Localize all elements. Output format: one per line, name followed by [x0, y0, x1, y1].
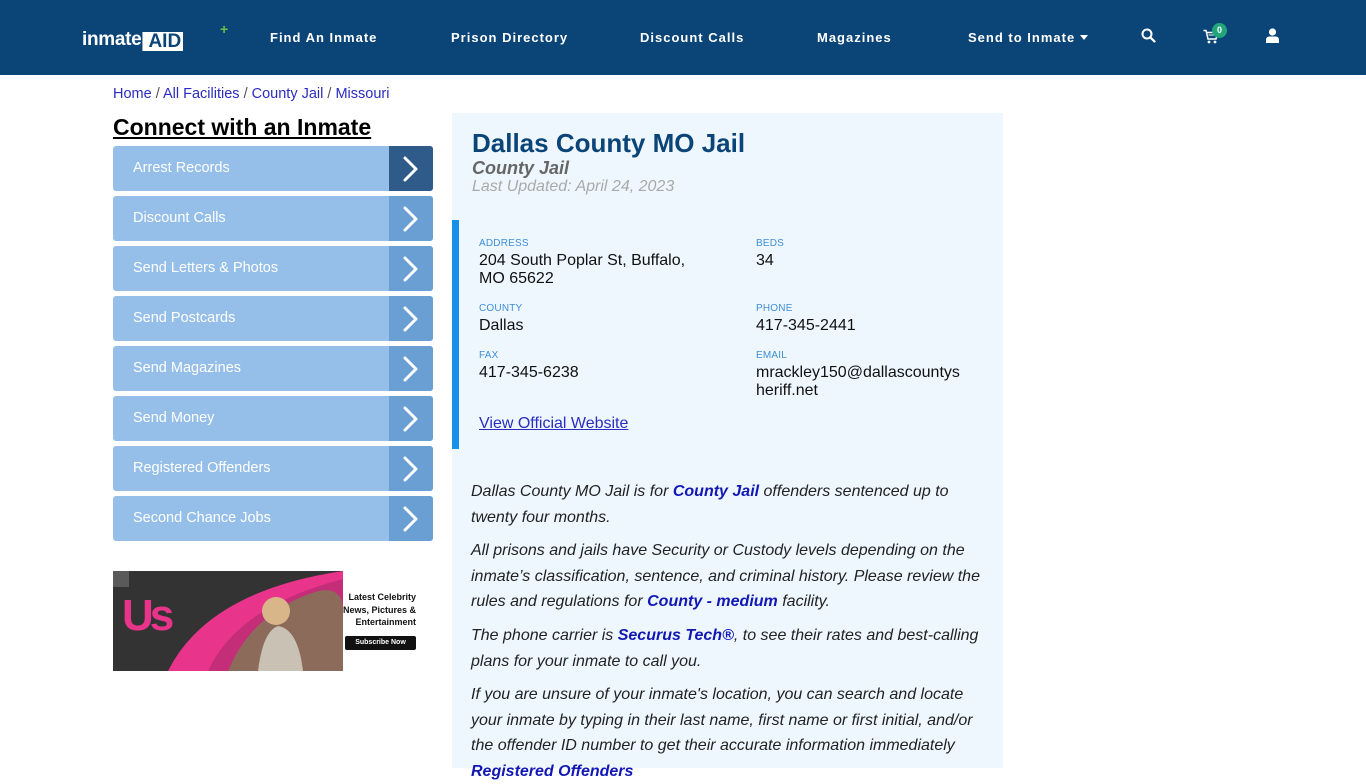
- county-label: COUNTY: [479, 303, 523, 314]
- description-paragraph-4: If you are unsure of your inmate's locat…: [471, 682, 991, 784]
- top-navbar: inmate AID + Find An Inmate Prison Direct…: [0, 0, 1366, 75]
- sidebar-item-send-money[interactable]: Send Money: [113, 396, 433, 441]
- facility-type: County Jail: [472, 158, 570, 178]
- cart-count-badge: 0: [1212, 23, 1227, 38]
- ad-subscribe-button[interactable]: Subscribe Now: [345, 636, 416, 650]
- facility-card: Dallas County MO Jail County Jail Last U…: [452, 113, 1003, 780]
- county-jail-link[interactable]: County Jail: [673, 483, 759, 500]
- registered-offenders-link[interactable]: Registered Offenders: [471, 763, 633, 780]
- nav-send-to-inmate-label: Send to Inmate: [968, 30, 1076, 45]
- inmateaid-logo[interactable]: inmate AID +: [82, 22, 228, 51]
- email-label: EMAIL: [756, 350, 788, 361]
- us-weekly-ad-banner[interactable]: Us Latest Celebrity News, Pictures & Ent…: [113, 571, 417, 671]
- email-line: heriff.net: [756, 382, 818, 399]
- ad-tagline-line: Entertainment: [355, 617, 416, 627]
- ad-tagline-line: News, Pictures &: [342, 604, 416, 615]
- description-text: facility.: [777, 593, 830, 610]
- breadcrumb-all-facilities[interactable]: All Facilities: [163, 86, 240, 102]
- nav-find-an-inmate[interactable]: Find An Inmate: [270, 30, 377, 46]
- description-text: Dallas County MO Jail is for: [471, 483, 673, 500]
- fax-label: FAX: [479, 350, 499, 361]
- address-value: 204 South Poplar St, Buffalo, MO 65622: [479, 252, 685, 288]
- chevron-right-icon: [389, 146, 433, 191]
- address-line: 204 South Poplar St, Buffalo,: [479, 252, 686, 269]
- ad-corner-square: [113, 571, 129, 587]
- sidebar-item-discount-calls[interactable]: Discount Calls: [113, 196, 433, 241]
- logo-text-aid: AID: [142, 32, 184, 51]
- sidebar-item-registered-offenders[interactable]: Registered Offenders: [113, 446, 433, 491]
- last-updated: Last Updated: April 24, 2023: [472, 178, 675, 195]
- nav-magazines[interactable]: Magazines: [817, 30, 892, 46]
- beds-field: BEDS 34: [756, 238, 784, 270]
- breadcrumb-separator: /: [243, 86, 248, 102]
- facility-title: Dallas County MO Jail: [472, 128, 746, 158]
- nav-send-to-inmate[interactable]: Send to Inmate: [968, 30, 1089, 46]
- logo-plus-icon: +: [220, 21, 229, 37]
- ad-pink-swoosh-graphic: [168, 571, 343, 671]
- sidebar-item-second-chance-jobs[interactable]: Second Chance Jobs: [113, 496, 433, 541]
- breadcrumb-separator: /: [155, 86, 160, 102]
- chevron-right-icon: [389, 346, 433, 391]
- email-field: EMAIL mrackley150@dallascountys heriff.n…: [756, 350, 960, 400]
- sidebar-item-label: Send Money: [133, 410, 215, 426]
- breadcrumb-county-jail[interactable]: County Jail: [252, 86, 324, 102]
- ad-image-area: Us: [113, 571, 343, 671]
- breadcrumb-home[interactable]: Home: [113, 86, 152, 102]
- chevron-right-icon: [389, 496, 433, 541]
- sidebar-item-label: Discount Calls: [133, 210, 226, 226]
- breadcrumb: Home / All Facilities / County Jail / Mi…: [113, 86, 389, 102]
- description-text: The phone carrier is: [471, 627, 618, 644]
- sidebar-item-label: Send Postcards: [133, 310, 236, 326]
- nav-discount-calls[interactable]: Discount Calls: [640, 30, 744, 46]
- securus-tech-link[interactable]: Securus Tech®: [618, 627, 734, 644]
- sidebar-item-label: Second Chance Jobs: [133, 510, 271, 526]
- description-paragraph-2: All prisons and jails have Security or C…: [471, 538, 991, 615]
- view-official-website-link[interactable]: View Official Website: [479, 415, 628, 433]
- phone-field: PHONE 417-345-2441: [756, 303, 856, 335]
- beds-value: 34: [756, 252, 774, 269]
- chevron-right-icon: [389, 246, 433, 291]
- search-icon[interactable]: [1141, 28, 1156, 48]
- description-text: If you are unsure of your inmate's locat…: [471, 686, 973, 754]
- description-paragraph-1: Dallas County MO Jail is for County Jail…: [471, 479, 991, 530]
- fax-field: FAX 417-345-6238: [479, 350, 579, 382]
- county-value: Dallas: [479, 317, 524, 334]
- description-paragraph-3: The phone carrier is Securus Tech®, to s…: [471, 623, 991, 674]
- ad-brand-logo: Us: [122, 591, 174, 640]
- phone-label: PHONE: [756, 303, 793, 314]
- sidebar-item-label: Arrest Records: [133, 160, 230, 176]
- logo-text-inmate: inmate: [82, 29, 142, 50]
- address-field: ADDRESS 204 South Poplar St, Buffalo, MO…: [479, 238, 685, 288]
- sidebar-item-arrest-records[interactable]: Arrest Records: [113, 146, 433, 191]
- email-value[interactable]: mrackley150@dallascountys heriff.net: [756, 364, 960, 400]
- sidebar-item-send-magazines[interactable]: Send Magazines: [113, 346, 433, 391]
- sidebar-item-send-letters-photos[interactable]: Send Letters & Photos: [113, 246, 433, 291]
- chevron-right-icon: [389, 196, 433, 241]
- beds-label: BEDS: [756, 238, 785, 249]
- nav-prison-directory[interactable]: Prison Directory: [451, 30, 568, 46]
- chevron-right-icon: [389, 446, 433, 491]
- ad-tagline-line: Latest Celebrity: [348, 592, 416, 602]
- breadcrumb-separator: /: [327, 86, 332, 102]
- address-line: MO 65622: [479, 270, 554, 287]
- sidebar-item-label: Registered Offenders: [133, 460, 271, 476]
- facility-info-box: ADDRESS 204 South Poplar St, Buffalo, MO…: [452, 220, 1003, 449]
- caret-down-icon: [1080, 35, 1089, 40]
- county-field: COUNTY Dallas: [479, 303, 523, 335]
- user-icon[interactable]: [1266, 28, 1279, 48]
- sidebar-menu: Arrest Records Discount Calls Send Lette…: [113, 146, 433, 546]
- county-medium-link[interactable]: County - medium: [647, 593, 778, 610]
- sidebar-item-label: Send Magazines: [133, 360, 242, 376]
- ad-tagline: Latest Celebrity News, Pictures & Entert…: [341, 591, 416, 629]
- email-line: mrackley150@dallascountys: [756, 364, 960, 381]
- chevron-right-icon: [389, 296, 433, 341]
- sidebar-item-send-postcards[interactable]: Send Postcards: [113, 296, 433, 341]
- chevron-right-icon: [389, 396, 433, 441]
- connect-with-inmate-heading: Connect with an Inmate: [113, 114, 372, 140]
- address-label: ADDRESS: [479, 238, 529, 249]
- sidebar-item-label: Send Letters & Photos: [133, 260, 279, 276]
- breadcrumb-missouri[interactable]: Missouri: [335, 86, 389, 102]
- phone-value[interactable]: 417-345-2441: [756, 317, 856, 335]
- fax-value: 417-345-6238: [479, 364, 579, 381]
